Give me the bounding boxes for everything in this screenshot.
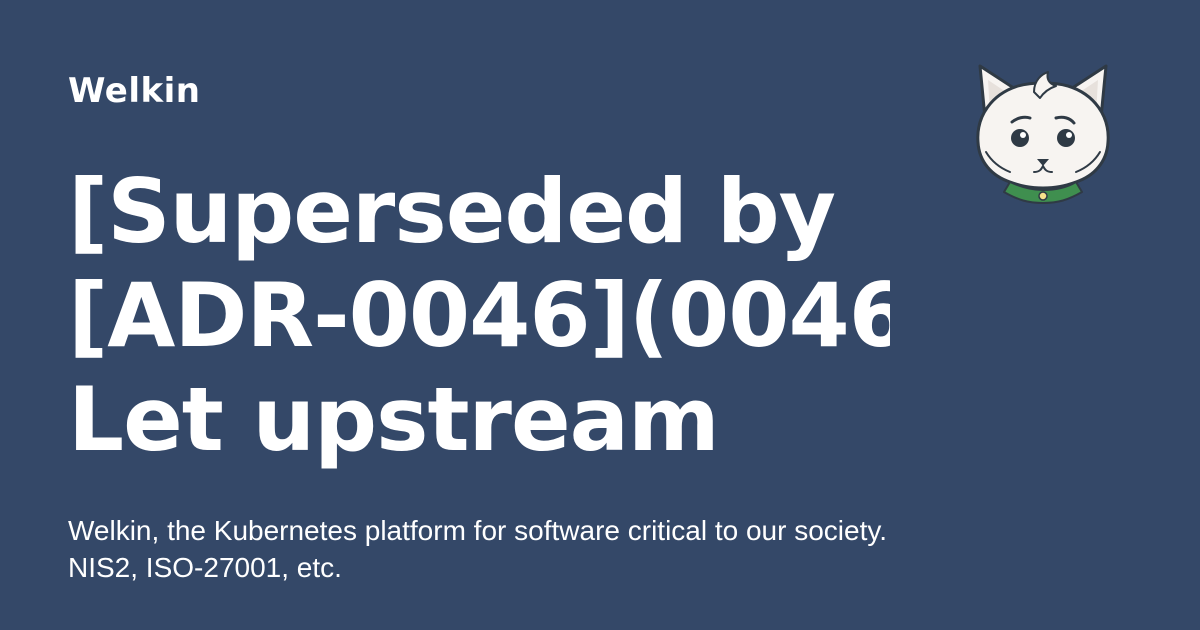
title-line-1: [Superseded by [68, 160, 836, 263]
fox-mascot-icon [976, 64, 1110, 204]
social-card: Welkin [Superseded by [ADR-0046](0046- L… [0, 0, 1200, 630]
title-line-2: [ADR-0046](0046- [68, 264, 890, 367]
title-line-3: Let upstream [68, 368, 720, 471]
page-description: Welkin, the Kubernetes platform for soft… [68, 515, 888, 583]
brand-name: Welkin [68, 71, 201, 111]
page-title: [Superseded by [ADR-0046](0046- Let upst… [68, 160, 890, 472]
